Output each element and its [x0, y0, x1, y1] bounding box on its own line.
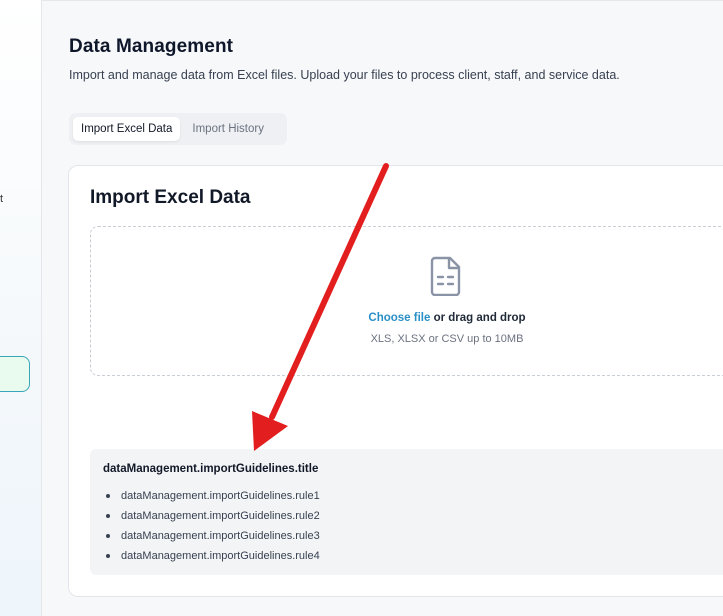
- sidebar-item-label: t: [0, 193, 4, 205]
- bullet-icon: [106, 494, 110, 498]
- card-title: Import Excel Data: [90, 187, 251, 208]
- list-item: dataManagement.importGuidelines.rule4: [103, 546, 723, 566]
- import-card: Import Excel Data Choose file or drag an…: [68, 165, 723, 597]
- bullet-icon: [106, 534, 110, 538]
- tab-import-history[interactable]: Import History: [184, 117, 272, 141]
- guideline-rule: dataManagement.importGuidelines.rule2: [121, 510, 320, 522]
- tab-import-excel-data[interactable]: Import Excel Data: [73, 117, 181, 141]
- import-guidelines: dataManagement.importGuidelines.title da…: [90, 449, 723, 575]
- bullet-icon: [106, 514, 110, 518]
- file-dropzone[interactable]: [90, 226, 723, 376]
- list-item: dataManagement.importGuidelines.rule1: [103, 486, 723, 506]
- list-item: dataManagement.importGuidelines.rule2: [103, 506, 723, 526]
- main-content: Data Management Import and manage data f…: [42, 0, 723, 616]
- sidebar-active-item[interactable]: [0, 356, 30, 392]
- page-subtitle: Import and manage data from Excel files.…: [69, 68, 620, 82]
- choose-file-link[interactable]: Choose file: [368, 312, 430, 324]
- sidebar: t: [0, 0, 42, 616]
- file-spreadsheet-icon: [430, 256, 461, 296]
- upload-prompt: Choose file or drag and drop: [69, 312, 723, 324]
- page-title: Data Management: [69, 36, 234, 57]
- drag-drop-label: or drag and drop: [430, 312, 526, 324]
- guideline-rule: dataManagement.importGuidelines.rule3: [121, 530, 320, 542]
- tab-list: Import Excel Data Import History: [69, 113, 287, 145]
- guideline-rule: dataManagement.importGuidelines.rule4: [121, 550, 320, 562]
- guideline-rule: dataManagement.importGuidelines.rule1: [121, 490, 320, 502]
- guidelines-list: dataManagement.importGuidelines.rule1 da…: [103, 486, 723, 566]
- guidelines-title: dataManagement.importGuidelines.title: [103, 463, 319, 475]
- upload-hint: XLS, XLSX or CSV up to 10MB: [370, 333, 524, 345]
- list-item: dataManagement.importGuidelines.rule3: [103, 526, 723, 546]
- bullet-icon: [106, 554, 110, 558]
